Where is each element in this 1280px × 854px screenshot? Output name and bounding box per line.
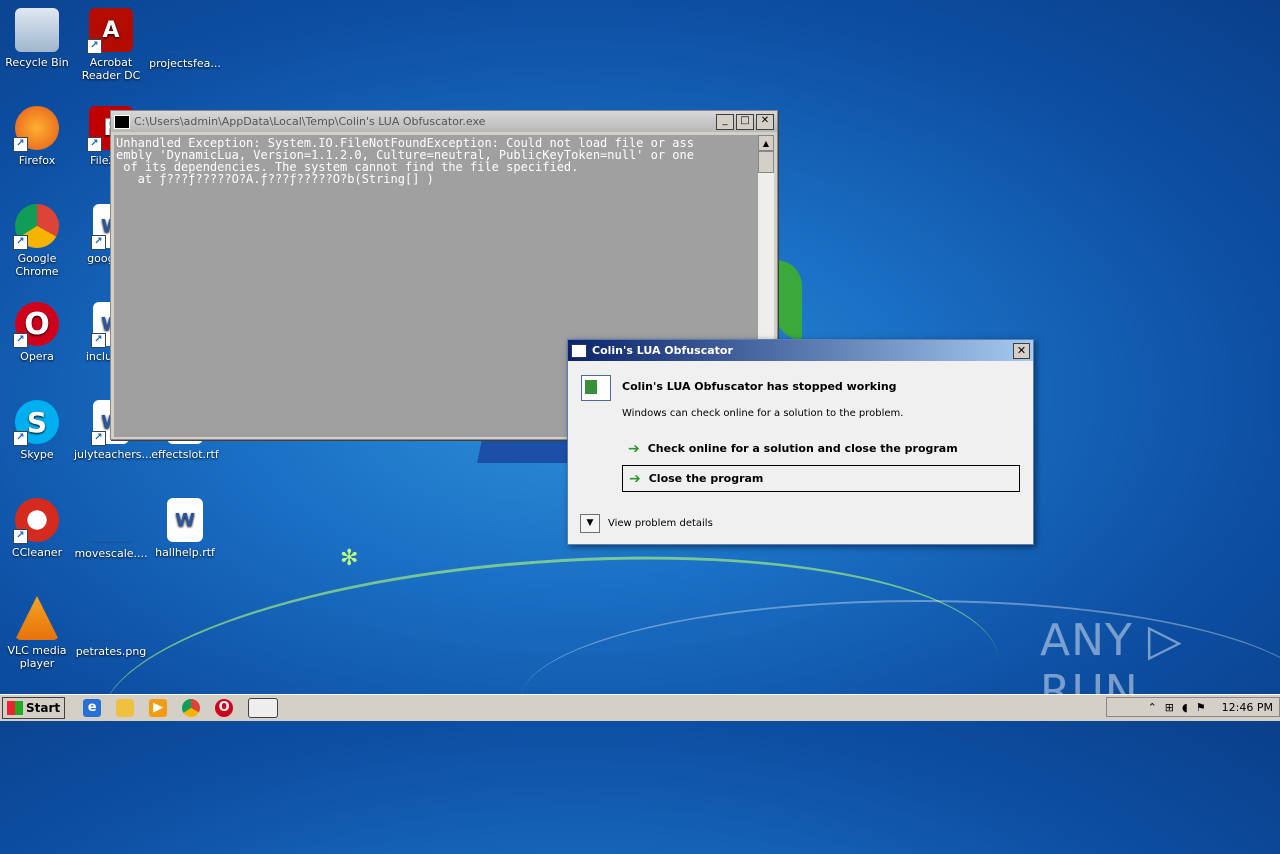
console-title: C:\Users\admin\AppData\Local\Temp\Colin'… bbox=[134, 115, 486, 128]
dialog-subtext: Windows can check online for a solution … bbox=[622, 408, 904, 419]
clock[interactable]: 12:46 PM bbox=[1222, 701, 1273, 714]
desktop-icon-label: movescale.... bbox=[74, 547, 148, 560]
desktop-icon-hallhelp[interactable]: W hallhelp.rtf bbox=[148, 498, 222, 559]
shortcut-arrow-icon: ↗ bbox=[91, 333, 106, 348]
desktop-icon-movescale[interactable]: movescale.... bbox=[74, 498, 148, 560]
check-online-label: Check online for a solution and close th… bbox=[647, 442, 958, 455]
desktop-icon-recycle-bin[interactable]: Recycle Bin bbox=[0, 8, 74, 69]
chrome-icon: ↗ bbox=[13, 204, 59, 250]
blank-file-icon bbox=[89, 596, 133, 641]
close-button[interactable]: ✕ bbox=[756, 113, 774, 130]
chevron-down-icon[interactable]: ▼ bbox=[580, 514, 600, 533]
opera-taskbar-icon[interactable]: O bbox=[215, 699, 234, 717]
desktop-icon-label: Recycle Bin bbox=[5, 56, 69, 69]
desktop-icon-label: VLC media player bbox=[7, 644, 67, 670]
ccleaner-icon: ↗ bbox=[13, 498, 59, 544]
scroll-up-arrow-icon[interactable]: ▲ bbox=[758, 135, 774, 151]
taskbar: Start e ▶ O ⌃ ⊞ ◖ ⚑ 12:46 PM bbox=[0, 694, 1280, 721]
acrobat-icon: A ↗ bbox=[87, 8, 133, 54]
check-online-option[interactable]: ➔ Check online for a solution and close … bbox=[622, 435, 1020, 462]
dialog-title: Colin's LUA Obfuscator bbox=[592, 344, 733, 357]
desktop-icon-label: Acrobat Reader DC bbox=[81, 56, 141, 82]
desktop-icon-label: hallhelp.rtf bbox=[155, 546, 215, 559]
minimize-button[interactable]: _ bbox=[716, 113, 734, 130]
desktop-icon-label: julyteachers... bbox=[74, 448, 152, 461]
shortcut-arrow-icon: ↗ bbox=[13, 137, 28, 152]
windows-logo-green-pane bbox=[776, 260, 802, 340]
firefox-icon: ↗ bbox=[13, 106, 59, 152]
desktop-icon-label: CCleaner bbox=[11, 546, 63, 559]
chrome-taskbar-icon[interactable] bbox=[182, 699, 201, 717]
desktop-icon-opera[interactable]: O ↗ Opera bbox=[0, 302, 74, 363]
desktop-icon-label: Firefox bbox=[18, 154, 56, 167]
desktop-icon-acrobat[interactable]: A ↗ Acrobat Reader DC bbox=[74, 8, 148, 82]
desktop-icon-google-chrome[interactable]: ↗ Google Chrome bbox=[0, 204, 74, 278]
program-icon bbox=[581, 375, 611, 401]
desktop-icon-firefox[interactable]: ↗ Firefox bbox=[0, 106, 74, 167]
opera-icon: O ↗ bbox=[13, 302, 59, 348]
desktop-icon-label: Opera bbox=[20, 350, 54, 363]
dialog-titlebar[interactable]: Colin's LUA Obfuscator ✕ bbox=[568, 340, 1033, 361]
dialog-close-button[interactable]: ✕ bbox=[1013, 342, 1030, 359]
console-titlebar[interactable]: C:\Users\admin\AppData\Local\Temp\Colin'… bbox=[111, 111, 777, 132]
desktop-icon-label: Google Chrome bbox=[15, 252, 59, 278]
start-label: Start bbox=[26, 701, 61, 715]
green-arrow-icon: ➔ bbox=[628, 440, 640, 457]
start-button[interactable]: Start bbox=[2, 697, 66, 719]
vlc-icon bbox=[15, 596, 59, 640]
close-program-label: Close the program bbox=[648, 472, 764, 485]
shortcut-arrow-icon: ↗ bbox=[13, 333, 28, 348]
file-explorer-icon[interactable] bbox=[116, 699, 135, 717]
close-program-option[interactable]: ➔ Close the program bbox=[622, 465, 1020, 492]
desktop-icon-label: projectsfea... bbox=[149, 57, 221, 70]
view-details-label: View problem details bbox=[608, 518, 713, 529]
desktop-icon-ccleaner[interactable]: ↗ CCleaner bbox=[0, 498, 74, 559]
console-taskbar-button[interactable] bbox=[248, 698, 279, 718]
blank-file-icon bbox=[89, 498, 133, 543]
dialog-heading: Colin's LUA Obfuscator has stopped worki… bbox=[622, 380, 897, 393]
shortcut-arrow-icon: ↗ bbox=[13, 529, 28, 544]
volume-icon[interactable]: ◖ bbox=[1182, 701, 1188, 714]
shortcut-arrow-icon: ↗ bbox=[13, 431, 28, 446]
view-details-toggle[interactable]: ▼ View problem details bbox=[580, 514, 713, 533]
desktop-icon-projectsfea[interactable]: projectsfea... bbox=[148, 8, 222, 70]
desktop-icon-label: Skype bbox=[20, 448, 54, 461]
blank-file-icon bbox=[163, 8, 207, 53]
desktop-icon-vlc[interactable]: VLC media player bbox=[0, 596, 74, 670]
desktop-icon-skype[interactable]: S ↗ Skype bbox=[0, 400, 74, 461]
network-icon[interactable]: ⊞ bbox=[1165, 701, 1174, 714]
tray-expand-icon[interactable]: ⌃ bbox=[1148, 701, 1157, 714]
shortcut-arrow-icon: ↗ bbox=[91, 431, 106, 446]
shortcut-arrow-icon: ↗ bbox=[87, 137, 102, 152]
media-player-icon[interactable]: ▶ bbox=[149, 699, 168, 717]
green-arrow-icon: ➔ bbox=[629, 470, 641, 487]
recycle-bin-icon bbox=[15, 8, 59, 52]
desktop-icon-petrates[interactable]: petrates.png bbox=[74, 596, 148, 658]
dialog-app-icon bbox=[571, 343, 587, 358]
desktop-icon-label: petrates.png bbox=[75, 645, 147, 658]
shortcut-arrow-icon: ↗ bbox=[13, 235, 28, 250]
word-document-icon: W bbox=[167, 498, 203, 542]
system-tray: ⌃ ⊞ ◖ ⚑ 12:46 PM bbox=[1106, 697, 1280, 717]
internet-explorer-icon[interactable]: e bbox=[83, 699, 102, 717]
shortcut-arrow-icon: ↗ bbox=[87, 39, 102, 54]
maximize-button[interactable]: □ bbox=[736, 113, 754, 130]
windows-flag-icon bbox=[7, 701, 23, 715]
desktop-icon-label: effectslot.rtf bbox=[151, 448, 219, 461]
scrollbar-thumb[interactable] bbox=[758, 151, 774, 173]
action-center-flag-icon[interactable]: ⚑ bbox=[1196, 701, 1206, 714]
error-dialog[interactable]: Colin's LUA Obfuscator ✕ Colin's LUA Obf… bbox=[567, 339, 1034, 545]
shortcut-arrow-icon: ↗ bbox=[91, 235, 106, 250]
console-app-icon bbox=[114, 114, 130, 129]
wallpaper-sparkle: ✻ bbox=[340, 546, 359, 571]
skype-icon: S ↗ bbox=[13, 400, 59, 446]
